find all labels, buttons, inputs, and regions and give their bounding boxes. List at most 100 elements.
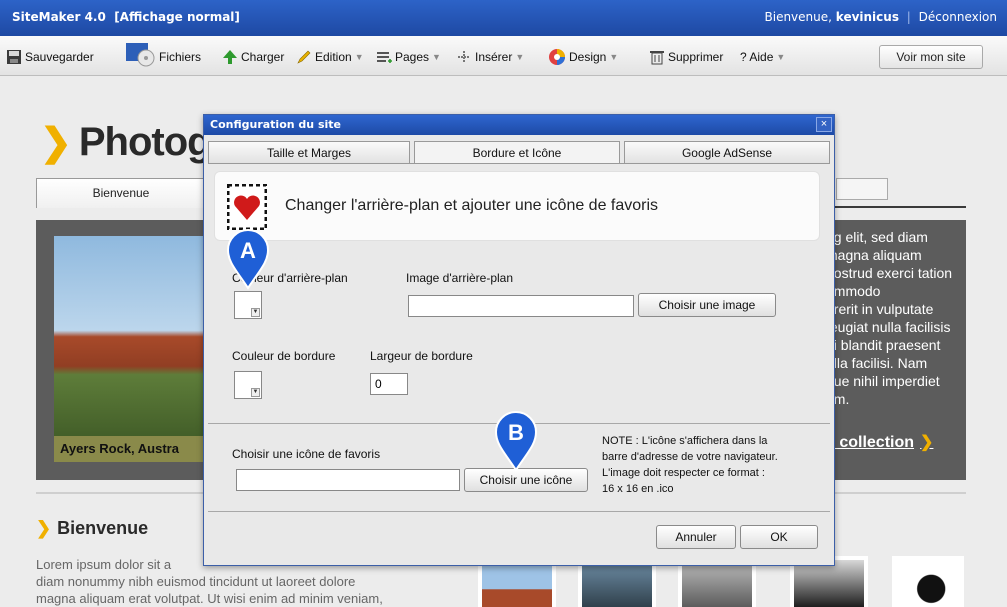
section-heading: ❯ Bienvenue xyxy=(36,518,148,539)
app-name: SiteMaker 4.0 xyxy=(12,10,106,24)
border-color-picker[interactable]: ▼ xyxy=(234,371,262,399)
callout-marker-b: B xyxy=(494,411,538,472)
pencil-icon xyxy=(297,50,311,64)
logout-link[interactable]: Déconnexion xyxy=(919,10,997,24)
separator: | xyxy=(906,10,911,24)
ok-button[interactable]: OK xyxy=(740,525,818,549)
bg-color-picker[interactable]: ▼ xyxy=(234,291,262,319)
section-header: Changer l'arrière-plan et ajouter une ic… xyxy=(214,171,820,241)
bg-image-label: Image d'arrière-plan xyxy=(406,271,514,285)
banner-text-line: ommodo xyxy=(826,283,881,299)
collection-link-text: a collection xyxy=(826,434,915,451)
note-line: L'image doit respecter ce format : xyxy=(602,467,765,479)
section-header-text: Changer l'arrière-plan et ajouter une ic… xyxy=(285,197,659,214)
divider xyxy=(208,511,830,512)
main-toolbar: Sauvegarder Fichiers Charger Edition ▼ P… xyxy=(0,36,1007,76)
pages-icon xyxy=(377,52,392,63)
page-title: ❯ Photogr xyxy=(40,120,226,165)
site-config-dialog: Configuration du site × Taille et Marges… xyxy=(203,114,835,566)
favicon-input[interactable] xyxy=(236,469,460,491)
tab-size-margins[interactable]: Taille et Marges xyxy=(208,141,410,163)
note-line: barre d'adresse de votre navigateur. xyxy=(602,451,778,463)
view-site-button[interactable]: Voir mon site xyxy=(879,45,983,69)
pages-menu[interactable]: Pages ▼ xyxy=(376,48,441,66)
thumbnail[interactable] xyxy=(892,556,964,607)
user-area: Bienvenue, kevinicus | Déconnexion xyxy=(765,10,998,24)
insert-icon xyxy=(458,51,470,63)
chevron-down-icon: ▼ xyxy=(776,52,786,62)
up-arrow-icon xyxy=(223,50,237,64)
floppy-disk-icon xyxy=(7,50,21,64)
banner-text-line: drerit in vulputate xyxy=(826,301,934,317)
paragraph-line: magna aliquam erat volutpat. Ut wisi eni… xyxy=(36,591,383,606)
username: kevinicus xyxy=(835,10,899,24)
chevron-down-icon: ▼ xyxy=(251,388,260,397)
save-button[interactable]: Sauvegarder xyxy=(6,48,94,66)
chevron-down-icon: ▼ xyxy=(251,308,260,317)
close-button[interactable]: × xyxy=(816,117,832,132)
border-width-input[interactable] xyxy=(370,373,408,395)
trash-icon xyxy=(650,51,664,65)
chevron-right-icon: ❯ xyxy=(36,518,52,538)
insert-label: Insérer xyxy=(475,50,513,64)
upload-label: Charger xyxy=(241,50,285,64)
banner-photo xyxy=(54,236,224,446)
chevron-down-icon: ▼ xyxy=(515,52,525,62)
banner-caption: Ayers Rock, Austra xyxy=(54,436,224,462)
help-menu[interactable]: ? Aide ▼ xyxy=(740,48,785,66)
app-title-bar: SiteMaker 4.0 [Affichage normal] Bienven… xyxy=(0,0,1007,36)
note-line: NOTE : L'icône s'affichera dans la xyxy=(602,435,768,447)
files-label: Fichiers xyxy=(159,50,202,64)
chevron-down-icon: ▼ xyxy=(432,52,441,62)
nav-tab[interactable] xyxy=(836,178,888,200)
app-title: SiteMaker 4.0 [Affichage normal] xyxy=(12,10,240,24)
tab-google-adsense[interactable]: Google AdSense xyxy=(624,141,830,163)
favicon-heart-icon xyxy=(227,184,267,230)
banner-text-line: gue nihil imperdiet xyxy=(826,373,940,389)
view-mode: [Affichage normal] xyxy=(114,10,240,24)
border-width-label: Largeur de bordure xyxy=(370,349,473,363)
insert-menu[interactable]: Insérer ▼ xyxy=(456,48,524,66)
dialog-title: Configuration du site xyxy=(204,115,834,135)
choose-image-button[interactable]: Choisir une image xyxy=(638,293,776,317)
callout-marker-a: A xyxy=(226,229,270,290)
delete-label: Supprimer xyxy=(668,50,724,64)
banner-text-line: feugiat nulla facilisis xyxy=(826,319,951,335)
upload-button[interactable]: Charger xyxy=(222,48,284,66)
paragraph-line: diam nonummy nibh euismod tincidunt ut l… xyxy=(36,574,356,589)
bg-image-input[interactable] xyxy=(408,295,634,317)
files-button[interactable]: Fichiers xyxy=(126,43,202,67)
pages-label: Pages xyxy=(395,50,430,64)
welcome-text: Bienvenue, xyxy=(764,10,832,24)
chevron-right-icon: ❯ xyxy=(920,434,934,451)
chevron-down-icon: ▼ xyxy=(609,52,619,62)
tab-divider xyxy=(208,163,830,164)
banner-text: ng elit, sed diam magna aliquam nostrud … xyxy=(826,228,966,408)
save-label: Sauvegarder xyxy=(25,50,94,64)
collection-link[interactable]: a collection ❯ xyxy=(826,432,933,452)
design-menu[interactable]: Design ▼ xyxy=(548,48,618,66)
delete-button[interactable]: Supprimer xyxy=(649,48,723,66)
section-heading-text: Bienvenue xyxy=(57,518,149,538)
design-label: Design xyxy=(569,50,607,64)
banner-text-line: ulla facilisi. Nam xyxy=(826,355,928,371)
note-line: 16 x 16 en .ico xyxy=(602,483,674,495)
banner-text-line: nostrud exerci tation xyxy=(826,265,953,281)
tab-border-icon[interactable]: Bordure et Icône xyxy=(414,141,620,164)
cancel-button[interactable]: Annuler xyxy=(656,525,736,549)
banner-text-line: magna aliquam xyxy=(826,247,922,263)
banner-text-line: ui blandit praesent xyxy=(826,337,941,353)
nav-tab-home[interactable]: Bienvenue xyxy=(36,178,206,208)
marker-a-label: A xyxy=(240,238,256,263)
edit-label: Edition xyxy=(315,50,352,64)
border-color-label: Couleur de bordure xyxy=(232,349,336,363)
chevron-down-icon: ▼ xyxy=(354,52,364,62)
files-icon xyxy=(126,43,155,67)
banner-text-line: ng elit, sed diam xyxy=(826,229,928,245)
marker-b-label: B xyxy=(508,420,524,445)
edit-menu[interactable]: Edition ▼ xyxy=(296,48,364,66)
banner-text-line: um. xyxy=(826,391,850,407)
favicon-note: NOTE : L'icône s'affichera dans la barre… xyxy=(602,433,822,497)
favicon-label: Choisir une icône de favoris xyxy=(232,447,381,461)
chevron-right-icon: ❯ xyxy=(40,122,72,164)
